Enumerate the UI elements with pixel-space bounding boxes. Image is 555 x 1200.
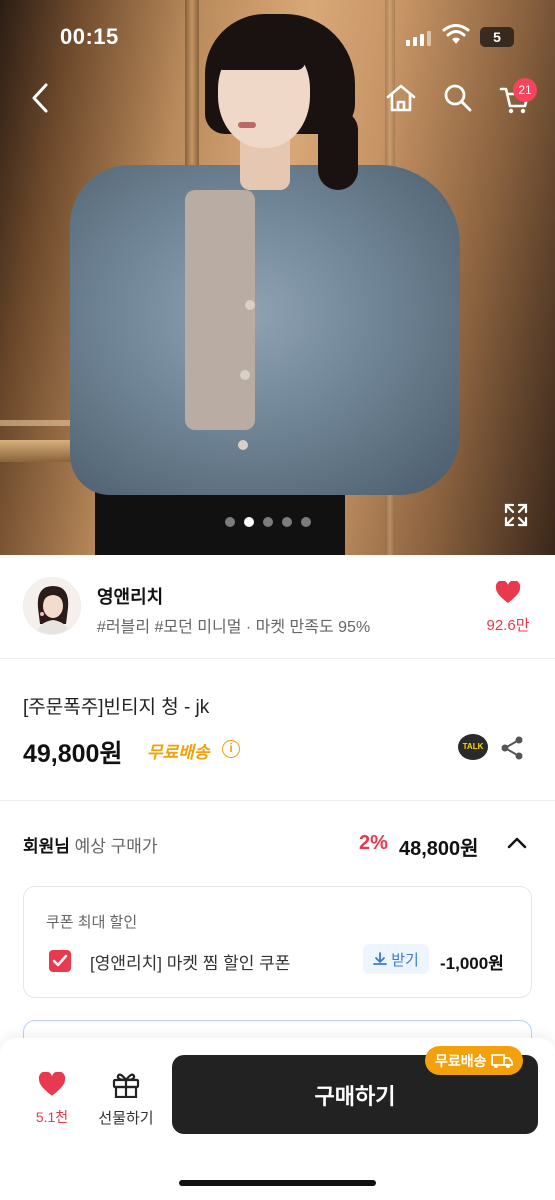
coupon-name: [영앤리치] 마켓 찜 할인 쿠폰	[90, 954, 291, 973]
info-icon[interactable]: i	[222, 740, 240, 758]
home-button[interactable]	[381, 78, 421, 118]
photo-denim-jacket	[70, 165, 460, 495]
shop-row[interactable]: 영앤리치 #러블리 #모던 미니멀 · 마켓 만족도 95% 92.6만	[0, 555, 555, 659]
check-icon	[52, 954, 68, 967]
coupon-get-button[interactable]: 받기	[363, 944, 429, 974]
photo-shirt	[185, 190, 255, 430]
battery-icon: 5	[480, 27, 514, 47]
chevron-left-icon	[32, 83, 48, 113]
status-bar: 00:15 5	[0, 0, 555, 70]
expand-icon	[504, 503, 528, 527]
coupon-card: 쿠폰 최대 할인 [영앤리치] 마켓 찜 할인 쿠폰 받기 -1,000원	[23, 886, 532, 998]
status-time: 00:15	[60, 24, 119, 49]
section-divider	[0, 800, 555, 801]
gallery-dot-active[interactable]	[244, 517, 254, 527]
wifi-icon	[442, 24, 470, 44]
member-label-bold: 회원님	[23, 837, 70, 856]
share-icon[interactable]	[498, 734, 526, 762]
coupon-heading: 쿠폰 최대 할인	[46, 914, 138, 931]
free-shipping-badge: 무료배송	[147, 743, 210, 762]
member-price-label: 회원님 예상 구매가	[23, 832, 158, 857]
member-label-rest: 예상 구매가	[69, 837, 158, 856]
gallery-dot[interactable]	[263, 517, 273, 527]
shop-like-count: 92.6만	[486, 617, 530, 634]
signal-icon	[406, 30, 431, 46]
coupon-get-label: 받기	[391, 951, 419, 969]
gallery-dot[interactable]	[225, 517, 235, 527]
fullscreen-button[interactable]	[496, 495, 536, 535]
download-icon	[373, 952, 388, 965]
gallery-pagination	[225, 517, 311, 527]
free-shipping-tag: 무료배송	[425, 1046, 523, 1075]
photo-lips	[238, 122, 256, 128]
photo-jacket-button	[238, 440, 248, 450]
heart-icon	[495, 580, 521, 603]
photo-jacket-button	[240, 370, 250, 380]
shop-tags: #러블리 #모던 미니멀 · 마켓 만족도 95%	[97, 619, 371, 636]
member-price-value: 48,800원	[399, 838, 479, 860]
search-icon	[444, 84, 472, 112]
gallery-dot[interactable]	[282, 517, 292, 527]
product-title: [주문폭주]빈티지 청 - jk	[23, 697, 210, 718]
shop-like-button[interactable]: 92.6만	[480, 580, 536, 635]
wish-count: 5.1천	[35, 1109, 69, 1125]
product-price: 49,800원	[23, 740, 123, 768]
shop-name[interactable]: 영앤리치	[97, 583, 163, 609]
truck-icon	[490, 1053, 513, 1068]
gift-label: 선물하기	[98, 1110, 154, 1127]
talk-chat-button[interactable]: TALK	[458, 734, 488, 760]
shop-avatar[interactable]	[23, 577, 81, 635]
member-discount-rate: 2%	[359, 832, 388, 854]
heart-icon	[38, 1071, 66, 1096]
coupon-amount: -1,000원	[440, 954, 504, 973]
back-button[interactable]	[20, 78, 60, 118]
bottom-action-bar: 5.1천 선물하기 구매하기 무료배송	[0, 1038, 555, 1200]
photo-jacket-button	[245, 300, 255, 310]
free-shipping-tag-label: 무료배송	[435, 1052, 487, 1069]
chevron-up-icon[interactable]	[505, 831, 529, 855]
cart-count-badge: 21	[513, 78, 537, 102]
avatar-image	[24, 578, 80, 634]
wish-button[interactable]: 5.1천	[28, 1071, 76, 1127]
gift-button[interactable]: 선물하기	[94, 1070, 158, 1128]
home-indicator	[179, 1180, 376, 1186]
home-icon	[386, 84, 416, 112]
coupon-checkbox[interactable]	[49, 950, 71, 972]
search-button[interactable]	[438, 78, 478, 118]
gallery-dot[interactable]	[301, 517, 311, 527]
gift-icon	[112, 1073, 140, 1099]
